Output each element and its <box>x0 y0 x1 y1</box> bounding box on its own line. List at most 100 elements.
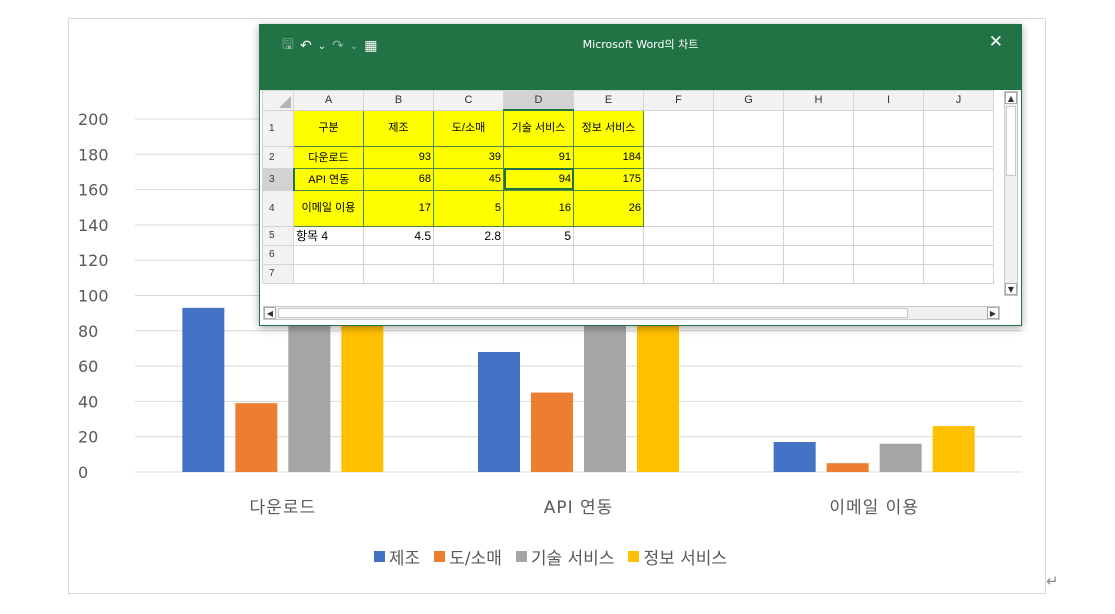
horizontal-scrollbar[interactable]: ◀ ▶ <box>263 306 1000 320</box>
cell-b7[interactable] <box>363 263 434 284</box>
row-header-6[interactable]: 6 <box>262 244 294 265</box>
legend-item[interactable]: 기술 서비스 <box>515 544 614 569</box>
cell-f3[interactable] <box>643 167 714 191</box>
cell-i4[interactable] <box>853 189 924 227</box>
column-header-e[interactable]: E <box>573 90 644 111</box>
cell-f2[interactable] <box>643 145 714 169</box>
cell-d2[interactable]: 91 <box>503 145 574 169</box>
cell-j5[interactable] <box>923 225 994 246</box>
cell-h6[interactable] <box>783 244 854 265</box>
cell-a4[interactable]: 이메일 이용 <box>293 189 364 227</box>
cell-c4[interactable]: 5 <box>433 189 504 227</box>
cell-e3[interactable]: 175 <box>573 167 644 191</box>
cell-e2[interactable]: 184 <box>573 145 644 169</box>
cell-d5[interactable]: 5 <box>503 225 574 246</box>
cell-a2[interactable]: 다운로드 <box>293 145 364 169</box>
cell-b4[interactable]: 17 <box>363 189 434 227</box>
column-header-i[interactable]: I <box>853 90 924 111</box>
cell-a1[interactable]: 구분 <box>293 109 364 147</box>
cell-b3[interactable]: 68 <box>363 167 434 191</box>
cell-h1[interactable] <box>783 109 854 147</box>
column-header-h[interactable]: H <box>783 90 854 111</box>
cell-i5[interactable] <box>853 225 924 246</box>
cell-a7[interactable] <box>293 263 364 284</box>
bar-2-3[interactable] <box>932 426 975 472</box>
column-header-j[interactable]: J <box>923 90 994 111</box>
cell-c2[interactable]: 39 <box>433 145 504 169</box>
cell-b2[interactable]: 93 <box>363 145 434 169</box>
chart-data-window[interactable]: 🖫 ↶ ⌄ ↷ ⌄ ▦ Microsoft Word의 차트 ✕ A B C D… <box>259 24 1022 326</box>
bar-2-0[interactable] <box>773 441 816 472</box>
cell-e4[interactable]: 26 <box>573 189 644 227</box>
cell-a5[interactable]: 항목 4 <box>293 225 364 246</box>
cell-g2[interactable] <box>713 145 784 169</box>
cell-e6[interactable] <box>573 244 644 265</box>
vertical-scroll-thumb[interactable] <box>1006 106 1016 176</box>
cell-g6[interactable] <box>713 244 784 265</box>
scroll-up-icon[interactable]: ▲ <box>1005 92 1017 104</box>
cell-i6[interactable] <box>853 244 924 265</box>
cell-d4[interactable]: 16 <box>503 189 574 227</box>
cell-e7[interactable] <box>573 263 644 284</box>
close-icon[interactable]: ✕ <box>989 32 1003 52</box>
cell-b6[interactable] <box>363 244 434 265</box>
bar-2-1[interactable] <box>826 463 869 472</box>
column-header-b[interactable]: B <box>363 90 434 111</box>
cell-j4[interactable] <box>923 189 994 227</box>
cell-h3[interactable] <box>783 167 854 191</box>
bar-2-2[interactable] <box>879 443 922 472</box>
cell-g1[interactable] <box>713 109 784 147</box>
cell-c5[interactable]: 2.8 <box>433 225 504 246</box>
bar-0-0[interactable] <box>182 307 225 472</box>
cell-d3-active[interactable]: 94 <box>503 167 574 191</box>
bar-1-0[interactable] <box>478 351 520 472</box>
cell-h5[interactable] <box>783 225 854 246</box>
cell-j3[interactable] <box>923 167 994 191</box>
vertical-scrollbar[interactable]: ▲ ▼ <box>1004 91 1018 296</box>
scroll-down-icon[interactable]: ▼ <box>1005 283 1017 295</box>
cell-b1[interactable]: 제조 <box>363 109 434 147</box>
bar-0-1[interactable] <box>235 403 278 472</box>
cell-f6[interactable] <box>643 244 714 265</box>
cell-h2[interactable] <box>783 145 854 169</box>
legend-item[interactable]: 도/소매 <box>434 544 502 569</box>
cell-g3[interactable] <box>713 167 784 191</box>
cell-e5[interactable] <box>573 225 644 246</box>
cell-f4[interactable] <box>643 189 714 227</box>
bar-0-2[interactable] <box>288 311 331 472</box>
cell-c3[interactable]: 45 <box>433 167 504 191</box>
cell-d1[interactable]: 기술 서비스 <box>503 109 574 147</box>
cell-a3[interactable]: API 연동 <box>293 167 364 191</box>
cell-j7[interactable] <box>923 263 994 284</box>
cell-i1[interactable] <box>853 109 924 147</box>
column-header-a[interactable]: A <box>293 90 364 111</box>
cell-f1[interactable] <box>643 109 714 147</box>
cell-c7[interactable] <box>433 263 504 284</box>
cell-a6[interactable] <box>293 244 364 265</box>
cell-g4[interactable] <box>713 189 784 227</box>
cell-b5[interactable]: 4.5 <box>363 225 434 246</box>
cell-i2[interactable] <box>853 145 924 169</box>
cell-i7[interactable] <box>853 263 924 284</box>
cell-j2[interactable] <box>923 145 994 169</box>
select-all-corner[interactable] <box>262 90 294 111</box>
cell-h7[interactable] <box>783 263 854 284</box>
bar-1-1[interactable] <box>531 392 573 472</box>
cell-g7[interactable] <box>713 263 784 284</box>
row-header-2[interactable]: 2 <box>262 145 294 169</box>
column-header-c[interactable]: C <box>433 90 504 111</box>
row-header-4[interactable]: 4 <box>262 189 294 227</box>
cell-i3[interactable] <box>853 167 924 191</box>
scroll-left-icon[interactable]: ◀ <box>264 307 276 319</box>
cell-g5[interactable] <box>713 225 784 246</box>
cell-f5[interactable] <box>643 225 714 246</box>
row-header-7[interactable]: 7 <box>262 263 294 284</box>
column-header-f[interactable]: F <box>643 90 714 111</box>
row-header-1[interactable]: 1 <box>262 109 294 147</box>
row-header-5[interactable]: 5 <box>262 225 294 246</box>
cell-f7[interactable] <box>643 263 714 284</box>
scroll-right-icon[interactable]: ▶ <box>987 307 999 319</box>
legend-item[interactable]: 정보 서비스 <box>628 544 727 569</box>
column-header-g[interactable]: G <box>713 90 784 111</box>
cell-j1[interactable] <box>923 109 994 147</box>
